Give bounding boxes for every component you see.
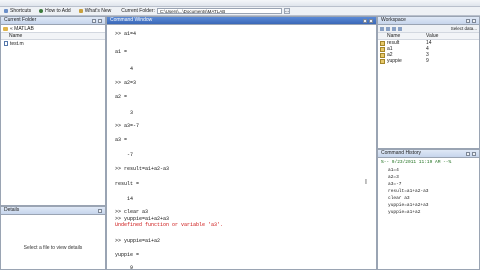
- undock-icon[interactable]: [92, 18, 96, 23]
- command-line: a3 =: [115, 137, 128, 143]
- command-line: 9: [115, 265, 134, 270]
- shortcut-icon: [4, 9, 8, 13]
- close-icon[interactable]: [98, 18, 102, 23]
- folder-icon: [3, 26, 8, 31]
- command-history-title-bar: Command History: [378, 150, 479, 158]
- details-message: Select a file to view details: [23, 245, 83, 251]
- m-file-icon: [4, 41, 8, 46]
- panel-controls: [466, 151, 476, 156]
- help-icon: [39, 9, 44, 13]
- name-column-header[interactable]: Name: [378, 33, 426, 39]
- details-title-bar: Details: [1, 207, 105, 215]
- close-icon[interactable]: [472, 18, 476, 23]
- details-title: Details: [4, 207, 20, 213]
- command-line: -7: [115, 152, 134, 158]
- delete-icon[interactable]: [398, 26, 402, 31]
- command-history-panel: Command History %-- 9/23/2011 11:19 AM -…: [377, 149, 480, 270]
- current-folder-title-bar: Current Folder: [1, 17, 105, 25]
- history-list: %-- 9/23/2011 11:19 AM --% a1=4 a2=3 a3=…: [378, 158, 479, 270]
- command-line: >> a1=4: [115, 31, 137, 37]
- file-item[interactable]: test.m: [1, 40, 105, 47]
- command-history-title: Command History: [381, 150, 422, 156]
- undock-icon[interactable]: [98, 208, 102, 213]
- command-line: a1 =: [115, 49, 128, 55]
- variable-icon: [380, 40, 385, 46]
- variable-icon: [380, 52, 385, 58]
- panel-controls: [466, 18, 476, 23]
- name-column-label: Name: [9, 33, 23, 39]
- variable-icon: [380, 46, 385, 52]
- variable-value: 9: [426, 58, 429, 64]
- browse-folder-button[interactable]: ...: [283, 8, 290, 14]
- shortcuts-label: Shortcuts: [10, 8, 32, 14]
- how-to-add-label: How to Add: [45, 8, 71, 14]
- workspace-title: Workspace: [381, 17, 406, 23]
- whats-new-label: What's New: [84, 8, 112, 14]
- command-line: >> yuppie=a1+a2: [115, 238, 161, 244]
- command-line: >> clear a3: [115, 209, 149, 215]
- history-entry[interactable]: a3=-7: [388, 182, 402, 187]
- workspace-title-bar: Workspace: [378, 17, 479, 25]
- save-icon[interactable]: [392, 26, 396, 31]
- value-column-header[interactable]: Value: [426, 33, 438, 39]
- command-line: result =: [115, 181, 140, 187]
- variable-row[interactable]: yuppie 9: [378, 58, 479, 64]
- current-folder-title: Current Folder: [4, 17, 37, 23]
- command-line: >> a3=-7: [115, 123, 140, 129]
- error-message: Undefined function or variable 'a3'.: [115, 222, 224, 228]
- panel-controls: [98, 208, 102, 213]
- command-line: 14: [115, 196, 134, 202]
- new-variable-icon[interactable]: [380, 26, 384, 31]
- folder-path: « MATLAB: [10, 25, 34, 32]
- command-window[interactable]: Command Window >> a1=4 a1 = 4 >> a2=3 a2…: [106, 16, 377, 270]
- how-to-add-button[interactable]: How to Add: [35, 8, 75, 14]
- history-session-separator: %-- 9/23/2011 11:19 AM --%: [381, 160, 452, 165]
- workspace-panel: Workspace Select data... Name Value resu…: [377, 16, 480, 149]
- file-name: test.m: [10, 40, 24, 47]
- history-entry[interactable]: a1=4: [388, 168, 399, 173]
- current-folder-bar: Current Folder: C:\Users\...\Documents\M…: [121, 8, 290, 15]
- history-entry[interactable]: clear a3: [388, 196, 410, 201]
- current-folder-label: Current Folder:: [121, 8, 155, 14]
- command-line: 4: [115, 66, 134, 72]
- close-icon[interactable]: [369, 18, 373, 23]
- open-variable-icon[interactable]: [386, 26, 390, 31]
- select-data-label: Select data...: [450, 26, 477, 31]
- whats-new-button[interactable]: What's New: [75, 8, 116, 14]
- history-entry[interactable]: yuppie=a1+a2+a3: [388, 203, 429, 208]
- select-data-dropdown[interactable]: Select data...: [451, 26, 477, 31]
- workspace-toolbar: Select data...: [378, 25, 479, 33]
- panel-controls: [363, 18, 373, 23]
- command-line: a2 =: [115, 94, 128, 100]
- undock-icon[interactable]: [363, 18, 367, 23]
- shortcuts-button[interactable]: Shortcuts: [0, 8, 35, 14]
- panel-controls: [92, 18, 102, 23]
- command-line: yuppie =: [115, 252, 140, 258]
- command-line: 3: [115, 110, 134, 116]
- folder-path-row[interactable]: « MATLAB: [1, 25, 105, 33]
- details-panel: Details Select a file to view details: [0, 206, 106, 270]
- workspace-header: Name Value: [378, 33, 479, 40]
- history-entry[interactable]: result=a1+a2-a3: [388, 189, 429, 194]
- history-entry[interactable]: a2=3: [388, 175, 399, 180]
- whats-new-icon: [78, 9, 83, 13]
- text-cursor-icon: I: [365, 179, 367, 186]
- current-folder-path-input[interactable]: C:\Users\...\Documents\MATLAB: [156, 8, 282, 14]
- command-output[interactable]: >> a1=4 a1 = 4 >> a2=3 a2 = 3 >> a3=-7 a…: [107, 25, 376, 270]
- undock-icon[interactable]: [466, 151, 470, 156]
- variable-icon: [380, 58, 385, 64]
- close-icon[interactable]: [472, 151, 476, 156]
- current-folder-panel: Current Folder « MATLAB Name test.m: [0, 16, 106, 206]
- shortcuts-bar: Shortcuts How to Add What's New Current …: [0, 7, 480, 16]
- main-toolbar: [0, 0, 480, 7]
- command-line: >> a2=3: [115, 80, 137, 86]
- history-entry[interactable]: yuppie=a1+a2: [388, 210, 420, 215]
- command-window-title-bar: Command Window: [107, 17, 376, 25]
- command-line: >> result=a1+a2-a3: [115, 166, 170, 172]
- variable-name: yuppie: [387, 58, 402, 64]
- undock-icon[interactable]: [466, 18, 470, 23]
- command-window-title: Command Window: [110, 17, 153, 23]
- name-column-header[interactable]: Name: [1, 33, 105, 40]
